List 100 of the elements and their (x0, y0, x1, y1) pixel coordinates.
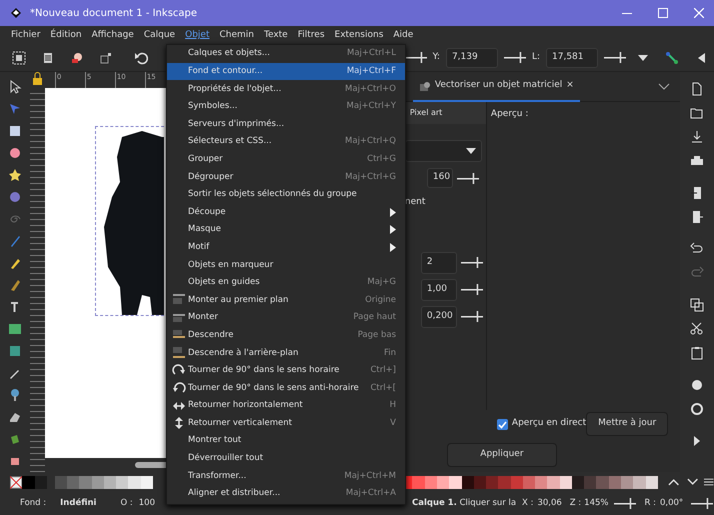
color-swatch[interactable] (486, 476, 498, 488)
menu-entry[interactable]: Retourner verticalement V (167, 414, 405, 432)
square-icon[interactable] (8, 124, 22, 138)
color-swatch[interactable] (560, 476, 572, 488)
snap-icon[interactable] (100, 52, 112, 64)
color-swatch[interactable] (79, 476, 92, 488)
menu-entry[interactable]: Sélecteurs et CSS... Maj+Ctrl+Q (167, 132, 405, 151)
menu-entry[interactable]: Objets en guides Maj+G (167, 274, 405, 292)
collapse-icon[interactable] (698, 52, 706, 62)
color-swatch[interactable] (424, 476, 437, 488)
mesh-icon[interactable] (8, 344, 22, 358)
menu-entry[interactable]: Aligner et distribuer... Maj+Ctrl+A (167, 484, 405, 502)
menu-entry[interactable]: Monter Page haut (167, 308, 405, 326)
color-swatch[interactable] (462, 476, 474, 488)
dropdown-field[interactable] (404, 140, 482, 162)
menu-item[interactable]: Aide (388, 26, 418, 44)
menu-entry[interactable]: Monter au premier plan Origine (167, 291, 405, 309)
color-swatch[interactable] (140, 476, 153, 488)
circle-icon[interactable] (8, 146, 22, 160)
color-swatch[interactable] (67, 476, 80, 488)
color-swatch[interactable] (608, 476, 621, 488)
folder-icon[interactable] (690, 106, 704, 120)
clipboard-icon[interactable] (690, 346, 704, 360)
node-tool-icon[interactable] (8, 102, 22, 116)
close-icon[interactable] (694, 8, 704, 18)
menu-icon[interactable] (704, 477, 714, 487)
number-field[interactable]: 0,200 (420, 306, 457, 328)
menu-item[interactable]: Extensions (330, 26, 388, 44)
color-swatch[interactable] (474, 476, 486, 488)
plus-icon[interactable] (472, 311, 483, 322)
color-swatch[interactable] (596, 476, 609, 488)
scrollbar-thumb[interactable] (134, 462, 169, 468)
color-swatch[interactable] (547, 476, 560, 488)
menu-entry[interactable]: Dégrouper Maj+Ctrl+G (167, 168, 405, 186)
menu-entry[interactable]: Symboles... Maj+Ctrl+Y (167, 98, 405, 116)
menu-entry[interactable]: Descendre Page bas (167, 326, 405, 344)
document-icon[interactable] (42, 52, 54, 64)
printer-icon[interactable] (690, 154, 704, 168)
menu-entry[interactable]: Tourner de 90° dans le sens horaire Ctrl+] (167, 362, 405, 380)
color-swatch[interactable] (22, 476, 35, 488)
menu-entry[interactable]: Découpe (167, 203, 405, 221)
menu-item[interactable]: Texte (258, 26, 293, 44)
update-button[interactable]: Mettre à jour (586, 412, 668, 436)
color-swatch[interactable] (412, 476, 425, 488)
plus-icon[interactable] (468, 172, 479, 184)
color-swatch[interactable] (584, 476, 596, 488)
menu-item[interactable]: Calque (138, 26, 180, 44)
menu-item[interactable]: Objet (180, 26, 214, 44)
menu-entry[interactable]: Sortir les objets sélectionnés du groupe (167, 186, 405, 204)
color-swatch[interactable] (116, 476, 128, 488)
dropdown-icon[interactable] (638, 54, 648, 62)
node-icon[interactable] (666, 52, 678, 64)
chevron-down-icon[interactable] (658, 82, 670, 90)
menu-entry[interactable]: Déverrouiller tout (167, 450, 405, 468)
menu-entry[interactable]: Retourner horizontalement H (167, 396, 405, 414)
maximize-icon[interactable] (658, 8, 668, 18)
y-field[interactable]: 7,139 (446, 48, 498, 68)
menu-entry[interactable]: Transformer... Maj+Ctrl+M (167, 467, 405, 485)
plus-icon[interactable] (472, 257, 483, 268)
menu-entry[interactable]: Tourner de 90° dans le sens anti-horaire Ctrl+[ (167, 379, 405, 397)
width-field[interactable]: 17,581 (546, 48, 598, 68)
plus-icon[interactable] (615, 52, 626, 63)
star-icon[interactable] (8, 168, 22, 182)
plus-icon[interactable] (702, 498, 714, 509)
gradient-icon[interactable] (8, 322, 22, 336)
menu-entry[interactable]: Montrer tout (167, 432, 405, 450)
apply-button[interactable]: Appliquer (446, 443, 557, 467)
chevron-up-icon[interactable] (668, 478, 680, 486)
number-field[interactable]: 1,00 (420, 278, 457, 300)
color-swatch[interactable] (572, 476, 584, 488)
subtab-label[interactable]: Pixel art (404, 102, 486, 124)
checkbox[interactable] (496, 418, 508, 430)
color-swatch[interactable] (646, 476, 658, 488)
menu-item[interactable]: Chemin (214, 26, 259, 44)
menu-entry[interactable]: Serveurs d'imprimés... (167, 115, 405, 133)
plus-icon[interactable] (625, 498, 636, 509)
menu-entry[interactable]: Objets en marqueur (167, 256, 405, 274)
color-swatch[interactable] (633, 476, 646, 488)
color-swatch[interactable] (104, 476, 116, 488)
color-swatch[interactable] (34, 476, 47, 488)
menu-entry[interactable]: Grouper Ctrl+G (167, 150, 405, 168)
menu-item[interactable]: Fichier (6, 26, 46, 44)
menu-entry[interactable]: Motif (167, 238, 405, 256)
number-field[interactable]: 160 (426, 168, 453, 188)
number-field[interactable]: 2 (420, 252, 457, 274)
pointer-icon[interactable] (8, 80, 22, 94)
plus-icon[interactable] (514, 52, 526, 63)
color-swatch[interactable] (437, 476, 450, 488)
color-swatch[interactable] (535, 476, 548, 488)
menu-item[interactable]: Édition (45, 26, 87, 44)
live-preview-checkbox[interactable]: Aperçu en direct (496, 417, 586, 431)
no-color-swatch[interactable] (10, 476, 22, 488)
new-document-icon[interactable] (690, 82, 704, 96)
color-swatch[interactable] (620, 476, 634, 488)
download-icon[interactable] (690, 130, 704, 144)
menu-entry[interactable]: Fond et contour... Maj+Ctrl+F (167, 62, 405, 80)
menu-item[interactable]: Affichage (86, 26, 139, 44)
menu-entry[interactable]: Calques et objets... Maj+Ctrl+L (167, 45, 405, 63)
color-swatch[interactable] (522, 476, 536, 488)
menu-entry[interactable]: Descendre à l'arrière-plan Fin (167, 344, 405, 362)
